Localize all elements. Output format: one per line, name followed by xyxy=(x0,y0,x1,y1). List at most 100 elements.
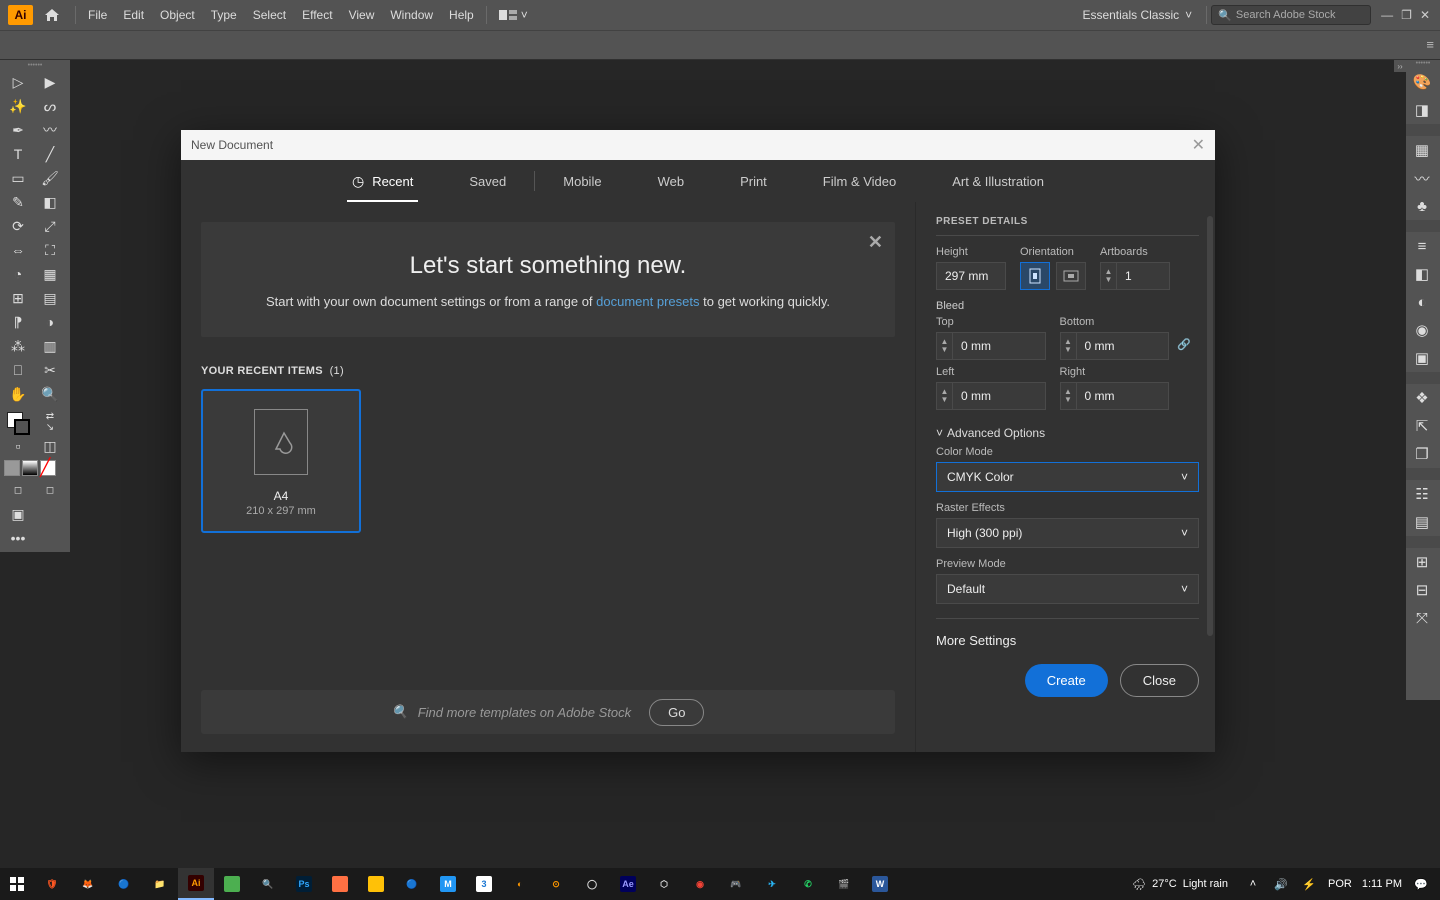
menu-select[interactable]: Select xyxy=(245,8,294,22)
gradient-tool[interactable]: ▤ xyxy=(34,286,66,310)
layers-panel-icon[interactable]: ❖ xyxy=(1406,384,1438,412)
orientation-landscape[interactable] xyxy=(1056,262,1086,290)
taskbar-app-circle[interactable]: ◯ xyxy=(574,868,610,900)
transform-panel-icon[interactable]: ⤧ xyxy=(1406,604,1438,632)
transparency-panel-icon[interactable]: ◐ xyxy=(1406,288,1438,316)
tab-saved[interactable]: Saved xyxy=(441,160,534,202)
taskbar-app-m[interactable]: M xyxy=(430,868,466,900)
gradient-fill[interactable] xyxy=(22,460,38,476)
artboards-input[interactable]: 1 xyxy=(1116,262,1170,290)
tab-print[interactable]: Print xyxy=(712,160,795,202)
menu-file[interactable]: File xyxy=(80,8,115,22)
restore-button[interactable]: ❐ xyxy=(1401,8,1412,22)
taskbar-app-illustrator[interactable]: Ai xyxy=(178,868,214,900)
default-fill[interactable]: ▫ xyxy=(2,434,34,458)
bleed-right-stepper[interactable]: ▲▼ xyxy=(1060,382,1076,410)
menu-object[interactable]: Object xyxy=(152,8,203,22)
fill-stroke-swatch[interactable] xyxy=(2,410,34,434)
taskbar-app-blender[interactable]: ◐ xyxy=(502,868,538,900)
swatches-panel-icon[interactable]: ▦ xyxy=(1406,136,1438,164)
taskbar-app-3[interactable]: 3 xyxy=(466,868,502,900)
bleed-right-input[interactable]: 0 mm xyxy=(1076,382,1170,410)
workspace-switcher[interactable]: Essentials Classic ˅ xyxy=(1072,8,1202,22)
go-button[interactable]: Go xyxy=(649,699,704,726)
width-tool[interactable]: ⇔ xyxy=(2,238,34,262)
slice-tool[interactable]: ✂ xyxy=(34,358,66,382)
create-button[interactable]: Create xyxy=(1025,664,1108,697)
shape-builder-tool[interactable]: ◔ xyxy=(2,262,34,286)
taskbar-app-word[interactable]: W xyxy=(862,868,898,900)
bleed-bottom-input[interactable]: 0 mm xyxy=(1076,332,1170,360)
raster-effects-dropdown[interactable]: High (300 ppi)˅ xyxy=(936,518,1199,548)
artboard-tool[interactable]: ⎕ xyxy=(2,358,34,382)
taskbar-app-explorer[interactable]: 📁 xyxy=(142,868,178,900)
none-fill[interactable]: ╱ xyxy=(40,460,56,476)
close-button[interactable]: Close xyxy=(1120,664,1199,697)
taskbar-app-chrome[interactable]: 🔵 xyxy=(106,868,142,900)
perspective-tool[interactable]: ▦ xyxy=(34,262,66,286)
tray-network-icon[interactable]: ⚡ xyxy=(1300,878,1318,891)
taskbar-app-green[interactable] xyxy=(214,868,250,900)
taskbar-app-photoshop[interactable]: Ps xyxy=(286,868,322,900)
taskbar-app-whatsapp[interactable]: ✆ xyxy=(790,868,826,900)
edit-toolbar[interactable]: ••• xyxy=(2,526,34,550)
appearance-panel-icon[interactable]: ◉ xyxy=(1406,316,1438,344)
height-input[interactable]: 297 mm xyxy=(936,262,1006,290)
advanced-options-toggle[interactable]: ˅Advanced Options xyxy=(936,426,1199,440)
curvature-tool[interactable]: 〰 xyxy=(34,118,66,142)
rectangle-tool[interactable]: ▭ xyxy=(2,166,34,190)
paintbrush-tool[interactable]: 🖌 xyxy=(34,166,66,190)
taskbar-app-telegram[interactable]: ✈ xyxy=(754,868,790,900)
tab-mobile[interactable]: Mobile xyxy=(535,160,629,202)
draw-behind[interactable]: ◻ xyxy=(34,478,66,502)
tab-web[interactable]: Web xyxy=(630,160,713,202)
zoom-tool[interactable]: 🔍 xyxy=(34,382,66,406)
shaper-tool[interactable]: ✎ xyxy=(2,190,34,214)
hand-tool[interactable]: ✋ xyxy=(2,382,34,406)
more-settings-link[interactable]: More Settings xyxy=(936,633,1199,648)
draw-mode[interactable]: ◫ xyxy=(34,434,66,458)
stock-search[interactable]: 🔍 Search Adobe Stock xyxy=(1211,5,1371,25)
menu-view[interactable]: View xyxy=(341,8,383,22)
taskbar-app-blue-ring[interactable]: 🔵 xyxy=(394,868,430,900)
menu-window[interactable]: Window xyxy=(382,8,441,22)
panel-grip[interactable]: •••••• xyxy=(2,62,68,70)
screen-mode[interactable]: ▣ xyxy=(2,502,34,526)
taskbar-app-magnifier[interactable]: 🔍 xyxy=(250,868,286,900)
properties-panel-icon[interactable]: ▤ xyxy=(1406,508,1438,536)
color-mode-dropdown[interactable]: CMYK Color˅ xyxy=(936,462,1199,492)
taskbar-app-video[interactable]: 🎬 xyxy=(826,868,862,900)
search-field[interactable]: 🔍 Find more templates on Adobe Stock xyxy=(392,704,632,720)
start-button[interactable] xyxy=(0,868,34,900)
bleed-left-stepper[interactable]: ▲▼ xyxy=(936,382,952,410)
preview-mode-dropdown[interactable]: Default˅ xyxy=(936,574,1199,604)
blend-tool[interactable]: ◑ xyxy=(34,310,66,334)
taskbar-app-brave[interactable]: 🛡 xyxy=(34,868,70,900)
options-drawer-icon[interactable]: ≡ xyxy=(1426,37,1434,52)
menu-edit[interactable]: Edit xyxy=(115,8,152,22)
eyedropper-tool[interactable]: ⁋ xyxy=(2,310,34,334)
panel-collapse-right[interactable]: ›› xyxy=(1394,60,1406,72)
mesh-tool[interactable]: ⊞ xyxy=(2,286,34,310)
menu-effect[interactable]: Effect xyxy=(294,8,340,22)
tab-film-video[interactable]: Film & Video xyxy=(795,160,924,202)
scrollbar[interactable] xyxy=(1207,216,1213,636)
symbols-panel-icon[interactable]: ♣ xyxy=(1406,192,1438,220)
gradient-panel-icon[interactable]: ◧ xyxy=(1406,260,1438,288)
draw-normal[interactable]: ◻ xyxy=(2,478,34,502)
tray-language[interactable]: POR xyxy=(1328,878,1352,890)
taskbar-app-yellow[interactable] xyxy=(358,868,394,900)
document-presets-link[interactable]: document presets xyxy=(596,294,699,309)
bleed-link-icon[interactable]: 🔗 xyxy=(1169,330,1199,358)
line-tool[interactable]: ╱ xyxy=(34,142,66,166)
pathfinder-panel-icon[interactable]: ⊟ xyxy=(1406,576,1438,604)
minimize-button[interactable]: — xyxy=(1381,8,1393,22)
doc-arrange-menu[interactable]: ˅ xyxy=(491,8,536,22)
taskbar-app-firefox[interactable]: 🦊 xyxy=(70,868,106,900)
taskbar-app-hex[interactable]: ⬡ xyxy=(646,868,682,900)
tray-volume-icon[interactable]: 🔊 xyxy=(1272,878,1290,891)
weather-widget[interactable]: 🌧 27°C Light rain xyxy=(1132,878,1228,891)
hero-close-icon[interactable]: ✕ xyxy=(868,232,883,253)
asset-export-icon[interactable]: ⇱ xyxy=(1406,412,1438,440)
graph-tool[interactable]: ▥ xyxy=(34,334,66,358)
